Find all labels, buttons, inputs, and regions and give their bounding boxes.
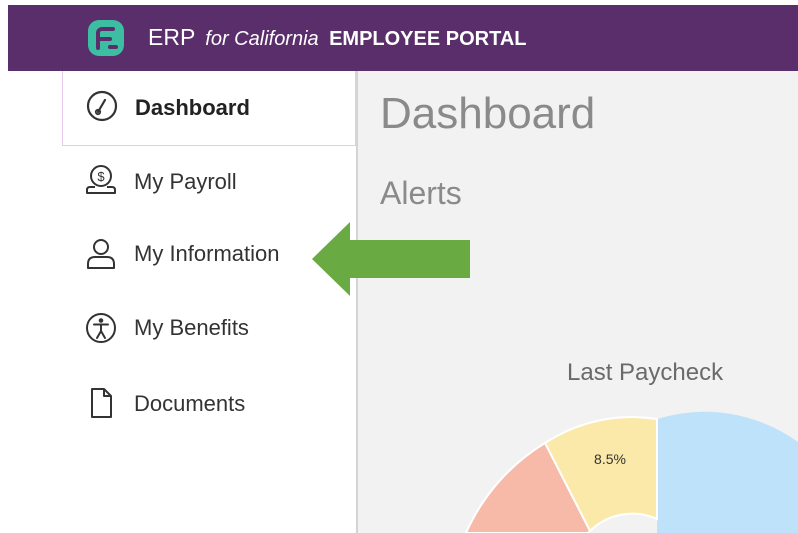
main-content: 8.5% Dashboard Alerts Last Paycheck: [358, 71, 798, 533]
brand-for-california: for California: [205, 28, 319, 50]
last-paycheck-donut-chart: 8.5%: [464, 411, 798, 533]
sidebar-item-label: Documents: [134, 391, 246, 416]
sidebar-item-dashboard[interactable]: Dashboard: [62, 71, 356, 146]
alerts-heading: Alerts: [380, 175, 462, 211]
chart-title: Last Paycheck: [567, 359, 724, 386]
annotation-arrow-icon: [312, 222, 470, 296]
app-header: ERP for California EMPLOYEE PORTAL: [8, 5, 798, 71]
chart-slice-blue: [657, 411, 798, 533]
sidebar-item-label: My Payroll: [134, 169, 237, 194]
brand-employee-portal: EMPLOYEE PORTAL: [329, 28, 527, 50]
chart-slice-label: 8.5%: [594, 451, 626, 467]
sidebar-item-label: My Benefits: [134, 315, 249, 340]
document-icon: [91, 388, 112, 418]
page-title: Dashboard: [380, 89, 596, 138]
app-brand: ERP for California EMPLOYEE PORTAL: [148, 24, 526, 51]
frontline-logo-icon[interactable]: [86, 18, 126, 58]
user-icon: [87, 239, 115, 269]
sidebar-item-label: Dashboard: [135, 95, 250, 120]
svg-text:$: $: [97, 169, 105, 184]
sidebar-item-label: My Information: [134, 241, 280, 266]
sidebar-nav: Dashboard $ My Payroll My Information My…: [62, 71, 356, 533]
sidebar-item-my-payroll[interactable]: $ My Payroll: [62, 146, 356, 218]
brand-erp: ERP: [148, 24, 195, 50]
dashboard-gauge-icon: [86, 90, 118, 122]
payroll-dollar-icon: $: [86, 165, 116, 194]
accessibility-person-icon: [86, 313, 116, 343]
sidebar-item-my-benefits[interactable]: My Benefits: [62, 292, 356, 364]
sidebar-item-documents[interactable]: Documents: [62, 368, 356, 440]
